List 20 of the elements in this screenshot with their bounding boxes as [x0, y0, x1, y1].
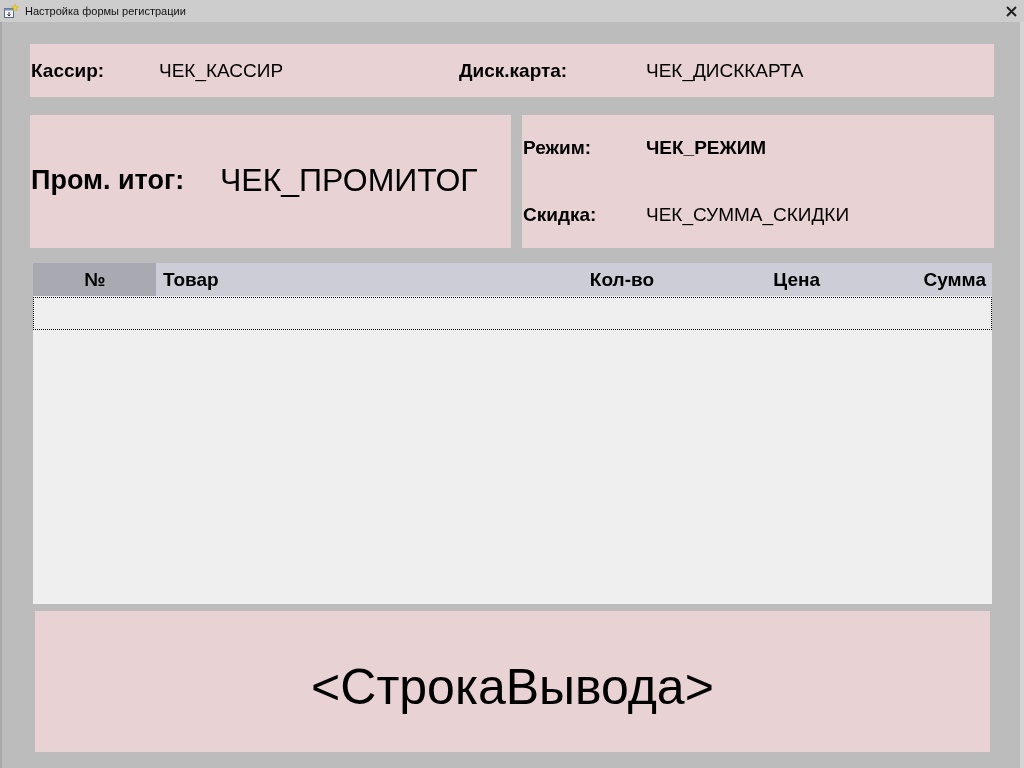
window-title: Настройка формы регистрации [25, 5, 187, 17]
field-value: ЧЕК_СУММА_СКИДКИ [646, 204, 850, 226]
field-value: ЧЕК_РЕЖИМ [646, 137, 767, 159]
field-label: Диск.карта: [459, 59, 569, 82]
field-value: ЧЕК_ДИСККАРТА [646, 59, 804, 82]
total-value: ЧЕК_ПРОМИТОГ [220, 162, 478, 199]
field-label: Кассир: [31, 59, 106, 82]
column-header[interactable]: Кол-во [500, 263, 660, 296]
field-label: Скидка: [523, 204, 598, 226]
column-header[interactable]: Цена [660, 263, 826, 296]
column-header[interactable]: Сумма [826, 263, 992, 296]
form-star-icon [3, 3, 19, 19]
close-icon [1005, 5, 1017, 17]
output-line: <СтрокаВывода> [311, 657, 714, 716]
field-value: ЧЕК_КАССИР [159, 59, 285, 82]
column-header[interactable]: № [33, 263, 156, 296]
total-label: Пром. итог: [31, 165, 186, 196]
table-row[interactable] [33, 297, 992, 330]
column-header[interactable]: Товар [156, 263, 500, 296]
field-label: Режим: [523, 137, 593, 159]
